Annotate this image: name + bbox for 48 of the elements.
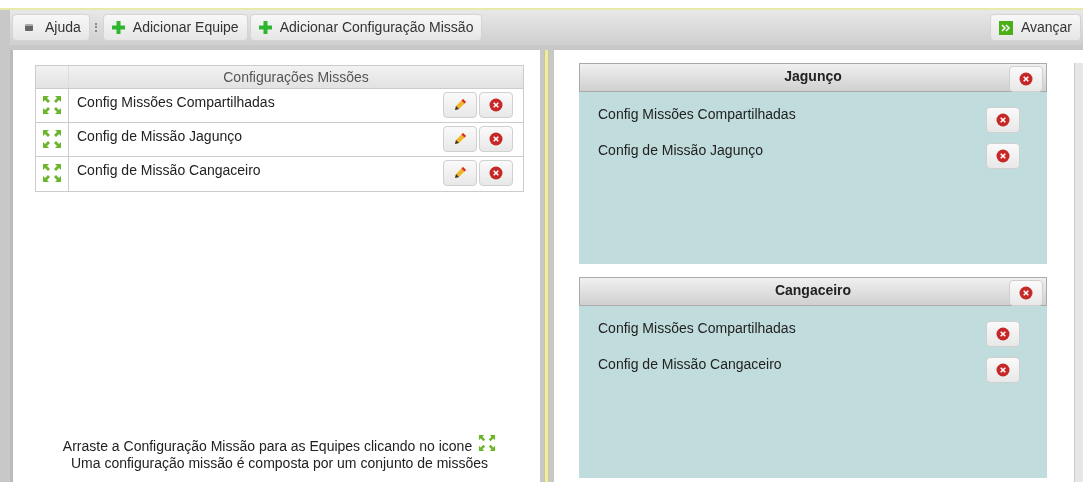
delete-icon: [996, 363, 1010, 377]
delete-icon: [1019, 72, 1033, 86]
table-cell-text: Config Missões Compartilhadas: [76, 93, 276, 112]
delete-button[interactable]: [479, 92, 513, 118]
table-cell-text: Config de Missão Jagunço: [76, 127, 243, 146]
team-config: Config de Missão Jagunço: [598, 141, 763, 160]
delete-button[interactable]: [1009, 66, 1043, 92]
pencil-icon: [453, 98, 467, 112]
delete-button[interactable]: [986, 321, 1020, 347]
plus-icon: [111, 21, 125, 34]
delete-button[interactable]: [479, 160, 513, 186]
delete-button[interactable]: [986, 357, 1020, 383]
pencil-icon: [453, 132, 467, 146]
move-arrows-icon: [42, 163, 62, 183]
delete-icon: [996, 327, 1010, 341]
team-config: Config de Missão Cangaceiro: [598, 355, 782, 374]
team-name: Cangaceiro: [773, 281, 853, 300]
forward-icon: [998, 20, 1013, 35]
hint-text: Uma configuração missão é composta por um conjunto de missões: [70, 455, 489, 472]
drag-handle-icon: [94, 23, 98, 32]
delete-icon: [489, 98, 503, 112]
delete-icon: [996, 113, 1010, 127]
pencil-icon: [453, 166, 467, 180]
move-arrows-icon: [42, 129, 62, 149]
team-name: Jagunço: [783, 67, 843, 86]
edit-button[interactable]: [443, 92, 477, 118]
toolbar-button[interactable]: Adicionar Configuração Missão: [249, 14, 483, 41]
hint-text: Arraste a Configuração Missão para as Equipes clicando no icone: [62, 438, 473, 455]
delete-button[interactable]: [1009, 280, 1043, 306]
team-config: Config Missões Compartilhadas: [598, 105, 796, 124]
delete-icon: [489, 166, 503, 180]
team-config: Config Missões Compartilhadas: [598, 319, 796, 338]
delete-icon: [996, 149, 1010, 163]
table-cell-text: Config de Missão Cangaceiro: [76, 161, 262, 180]
plus-icon: [258, 21, 272, 34]
edit-button[interactable]: [443, 126, 477, 152]
toolbar-button[interactable]: Adicionar Equipe: [102, 14, 248, 41]
move-arrows-icon: [478, 434, 497, 452]
delete-icon: [489, 132, 503, 146]
delete-button[interactable]: [986, 143, 1020, 169]
toolbar-button[interactable]: Ajuda: [12, 14, 90, 41]
delete-button[interactable]: [479, 126, 513, 152]
delete-button[interactable]: [986, 107, 1020, 133]
move-arrows-icon: [42, 95, 62, 115]
column-header: Configurações Missões: [222, 68, 370, 87]
edit-button[interactable]: [443, 160, 477, 186]
delete-icon: [1019, 286, 1033, 300]
next-button[interactable]: Avançar: [989, 14, 1081, 41]
